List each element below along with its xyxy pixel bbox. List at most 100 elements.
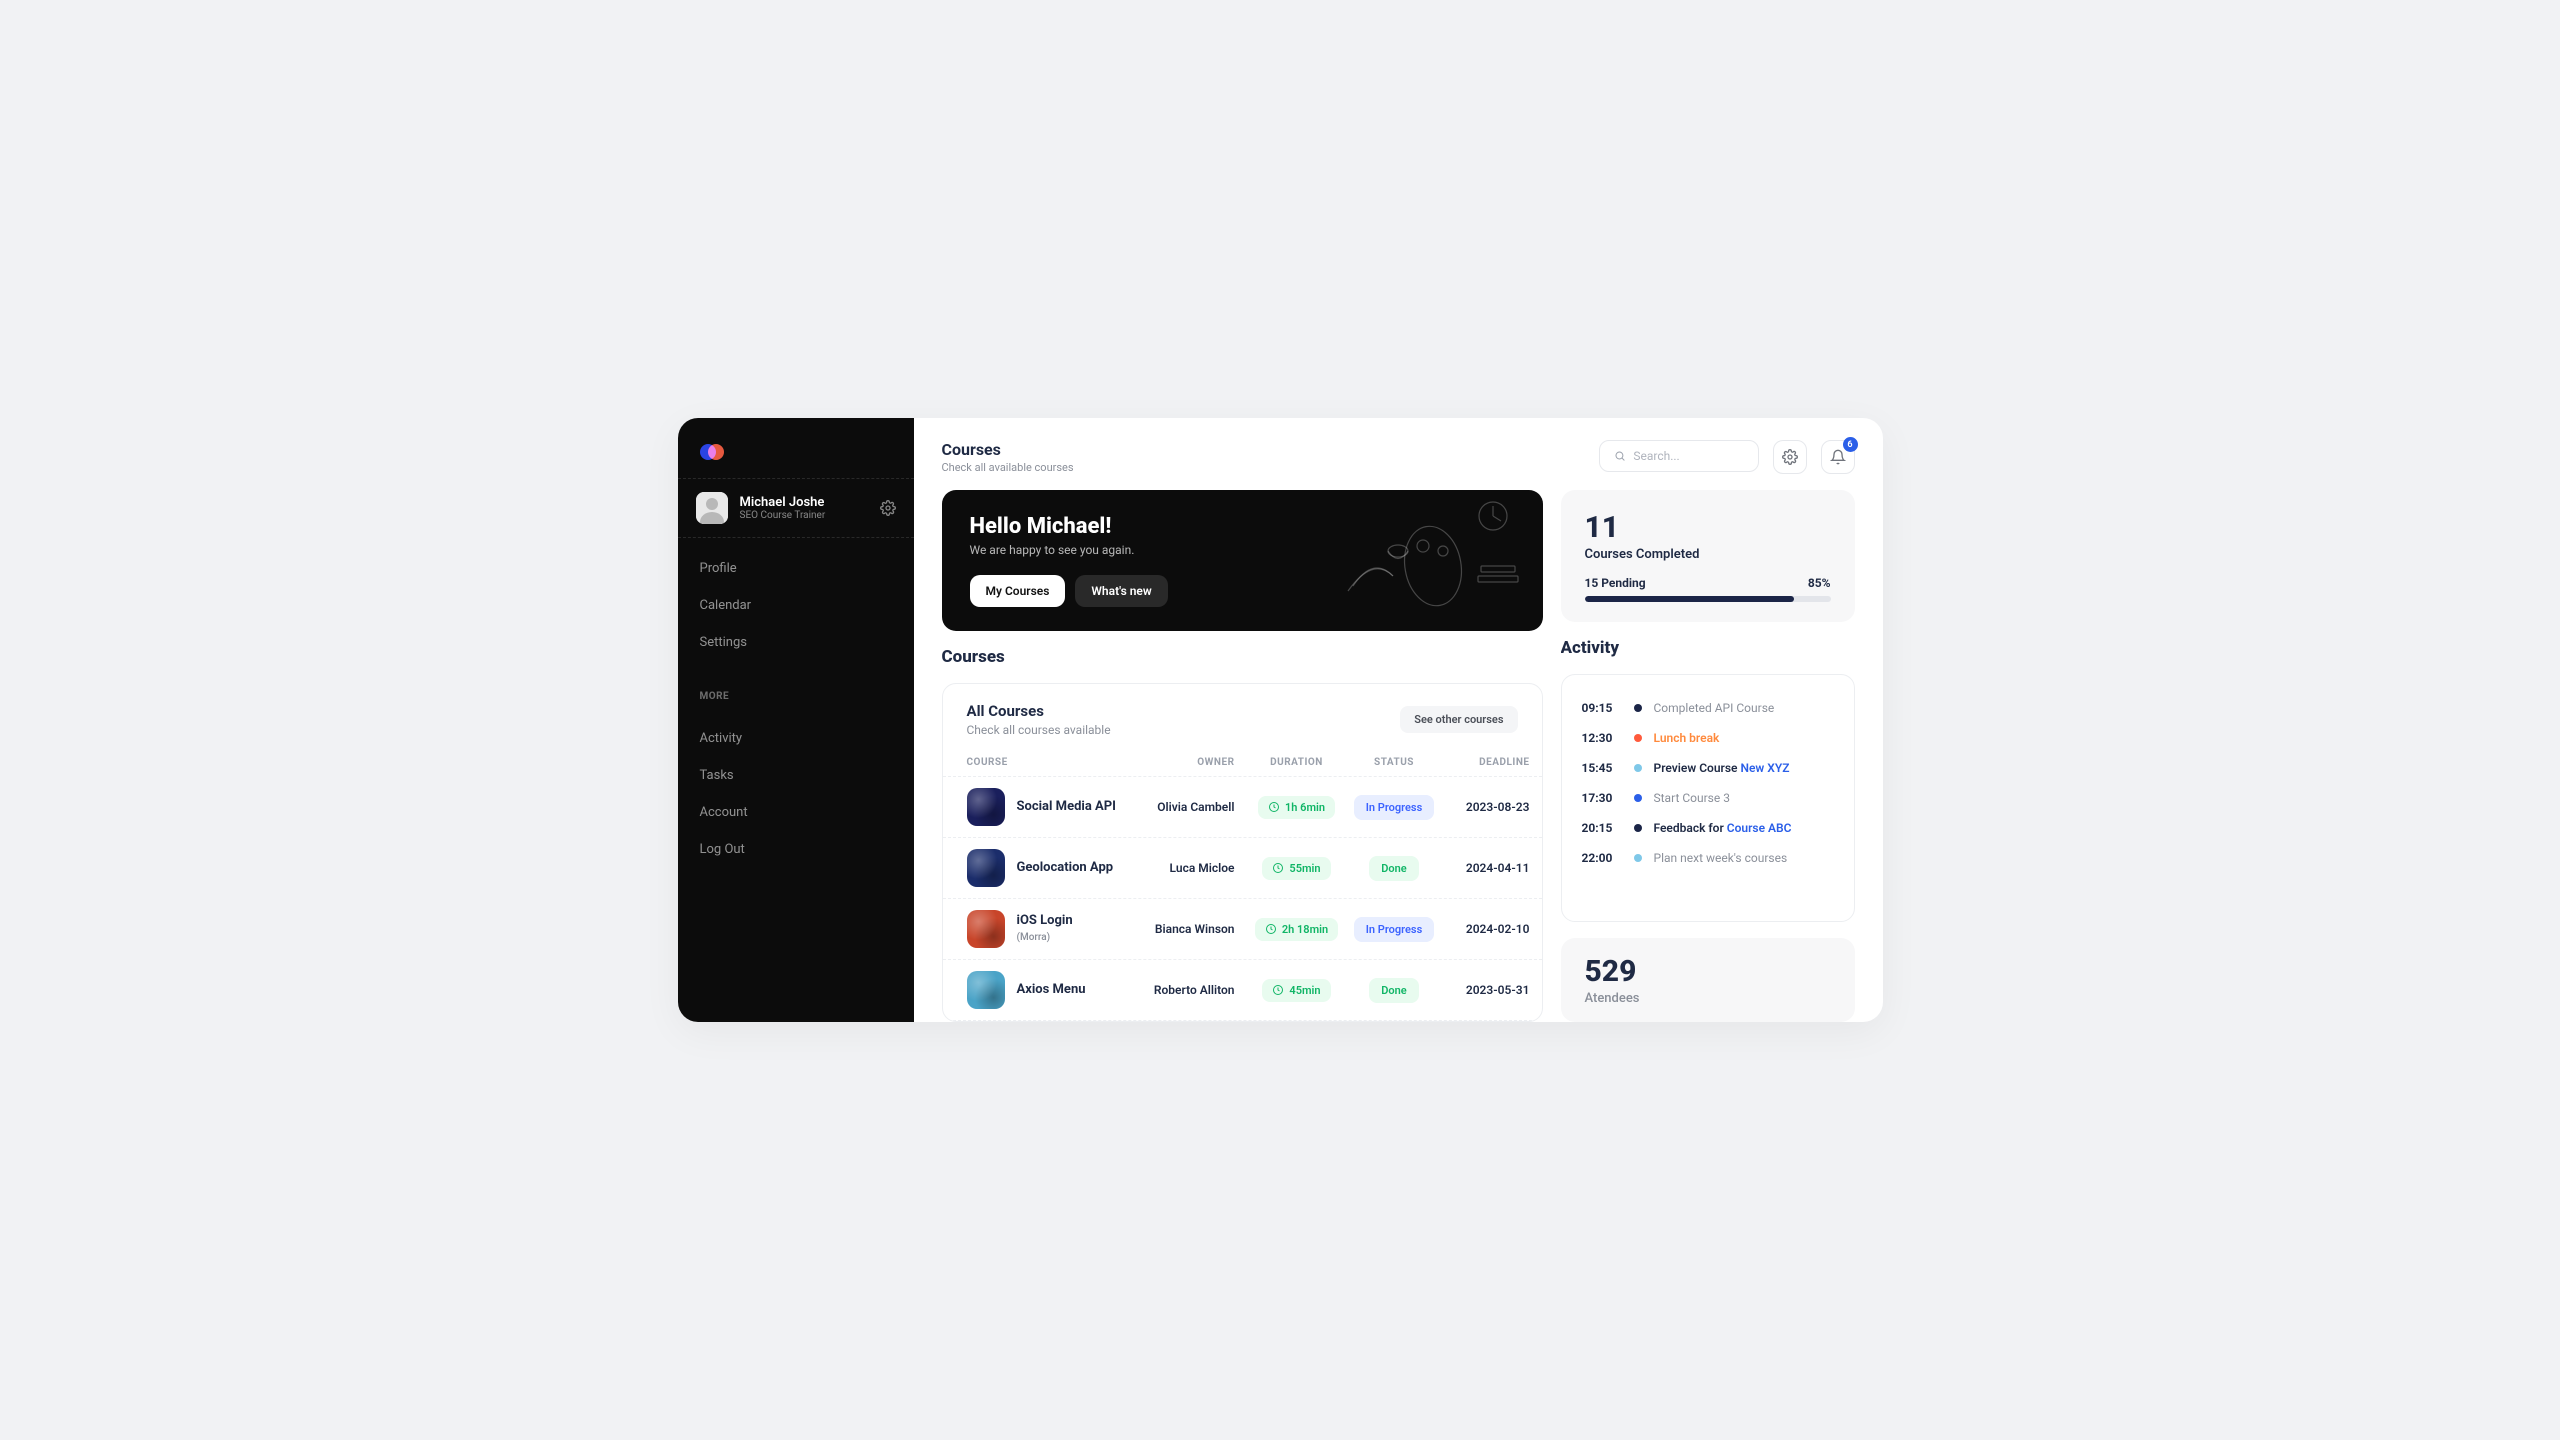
duration-pill: 1h 6min — [1258, 796, 1335, 819]
course-thumb — [967, 971, 1005, 1009]
duration-pill: 55min — [1262, 857, 1330, 880]
hero-banner: Hello Michael! We are happy to see you a… — [942, 490, 1543, 631]
course-name: Axios Menu — [1017, 982, 1086, 998]
course-deadline: 2024-04-11 — [1442, 861, 1542, 875]
bell-icon — [1830, 449, 1846, 465]
settings-button[interactable] — [1773, 440, 1807, 474]
nav-activity[interactable]: Activity — [678, 720, 914, 757]
course-deadline: 2023-05-31 — [1442, 983, 1542, 997]
status-pill: In Progress — [1354, 795, 1434, 820]
completed-label: Courses Completed — [1585, 547, 1831, 562]
sidebar-user[interactable]: Michael Joshe SEO Course Trainer — [678, 478, 914, 538]
activity-text: Feedback for Course ABC — [1654, 821, 1792, 835]
activity-item: 15:45 Preview Course New XYZ — [1582, 753, 1834, 783]
activity-dot — [1634, 854, 1642, 862]
table-row[interactable]: Axios Menu Roberto Alliton 45min Done 20… — [943, 959, 1542, 1020]
activity-text: Start Course 3 — [1654, 791, 1730, 805]
course-deadline: 2023-08-23 — [1442, 800, 1542, 814]
activity-dot — [1634, 734, 1642, 742]
status-pill: Done — [1369, 978, 1418, 1003]
courses-card: All Courses Check all courses available … — [942, 683, 1543, 1022]
table-header: COURSE OWNER DURATION STATUS DEADLINE DE… — [943, 749, 1542, 776]
activity-link[interactable]: Course ABC — [1727, 821, 1792, 835]
whats-new-button[interactable]: What's new — [1075, 575, 1167, 607]
progress-bar — [1585, 596, 1794, 602]
activity-time: 17:30 — [1582, 791, 1622, 805]
nav-calendar[interactable]: Calendar — [678, 587, 914, 624]
activity-item: 12:30 Lunch break — [1582, 723, 1834, 753]
status-pill: In Progress — [1354, 917, 1434, 942]
pending-label: 15 Pending — [1585, 576, 1646, 590]
activity-card: 09:15 Completed API Course12:30 Lunch br… — [1561, 674, 1855, 922]
courses-card-title: All Courses — [967, 702, 1111, 720]
activity-link[interactable]: New XYZ — [1740, 761, 1789, 775]
table-row[interactable]: Geolocation App Luca Micloe 55min Done 2… — [943, 837, 1542, 898]
course-deadline: 2024-02-10 — [1442, 922, 1542, 936]
course-thumb — [967, 788, 1005, 826]
page-subtitle: Check all available courses — [942, 461, 1074, 474]
th-deadline: DEADLINE — [1442, 757, 1542, 768]
activity-dot — [1634, 704, 1642, 712]
nav-profile[interactable]: Profile — [678, 550, 914, 587]
course-thumb — [967, 849, 1005, 887]
activity-dot — [1634, 794, 1642, 802]
notification-badge: 6 — [1843, 437, 1858, 452]
hero-illustration — [1333, 496, 1533, 616]
activity-time: 20:15 — [1582, 821, 1622, 835]
sidebar-heading-more: MORE — [678, 673, 914, 708]
duration-pill: 45min — [1262, 979, 1330, 1002]
course-owner: Bianca Winson — [1137, 922, 1247, 936]
nav-tasks[interactable]: Tasks — [678, 757, 914, 794]
search-input[interactable] — [1633, 449, 1743, 463]
my-courses-button[interactable]: My Courses — [970, 575, 1066, 607]
course-name: iOS Login(Morra) — [1017, 913, 1073, 946]
logo — [700, 444, 724, 460]
nav-account[interactable]: Account — [678, 794, 914, 831]
activity-dot — [1634, 764, 1642, 772]
course-thumb — [967, 910, 1005, 948]
activity-text: Completed API Course — [1654, 701, 1775, 715]
sidebar: Michael Joshe SEO Course Trainer Profile… — [678, 418, 914, 1022]
clock-icon — [1272, 862, 1284, 874]
th-duration: DURATION — [1247, 757, 1347, 768]
activity-text: Preview Course New XYZ — [1654, 761, 1790, 775]
table-row[interactable]: iOS Login(Morra) Bianca Winson 2h 18min … — [943, 898, 1542, 959]
th-details: DETAILS — [1542, 757, 1543, 768]
see-other-button[interactable]: See other courses — [1400, 706, 1517, 733]
nav-log-out[interactable]: Log Out — [678, 831, 914, 868]
user-role: SEO Course Trainer — [740, 510, 826, 521]
courses-section-title: Courses — [942, 647, 1543, 667]
attendees-label: Atendees — [1585, 991, 1831, 1006]
activity-text: Plan next week's courses — [1654, 851, 1788, 865]
table-row[interactable] — [943, 1020, 1542, 1021]
activity-title: Activity — [1561, 638, 1855, 658]
activity-item: 20:15 Feedback for Course ABC — [1582, 813, 1834, 843]
completed-card: 11 Courses Completed 15 Pending 85% — [1561, 490, 1855, 622]
course-owner: Roberto Alliton — [1137, 983, 1247, 997]
activity-time: 22:00 — [1582, 851, 1622, 865]
gear-icon[interactable] — [880, 500, 896, 516]
completed-count: 11 — [1585, 510, 1831, 545]
notifications-button[interactable]: 6 — [1821, 440, 1855, 474]
activity-time: 09:15 — [1582, 701, 1622, 715]
table-row[interactable]: Social Media API Olivia Cambell 1h 6min … — [943, 776, 1542, 837]
course-owner: Luca Micloe — [1137, 861, 1247, 875]
course-name: Social Media API — [1017, 799, 1116, 815]
search-box[interactable] — [1599, 440, 1759, 472]
user-name: Michael Joshe — [740, 495, 826, 510]
course-name: Geolocation App — [1017, 860, 1114, 876]
clock-icon — [1268, 801, 1280, 813]
activity-time: 12:30 — [1582, 731, 1622, 745]
attendees-count: 529 — [1585, 954, 1831, 989]
activity-dot — [1634, 824, 1642, 832]
th-course: COURSE — [967, 757, 1137, 768]
nav-settings[interactable]: Settings — [678, 624, 914, 661]
status-pill: Done — [1369, 856, 1418, 881]
th-status: STATUS — [1347, 757, 1442, 768]
duration-pill: 2h 18min — [1255, 918, 1338, 941]
clock-icon — [1272, 984, 1284, 996]
page-title: Courses — [942, 440, 1074, 459]
activity-time: 15:45 — [1582, 761, 1622, 775]
th-owner: OWNER — [1137, 757, 1247, 768]
activity-item: 09:15 Completed API Course — [1582, 693, 1834, 723]
